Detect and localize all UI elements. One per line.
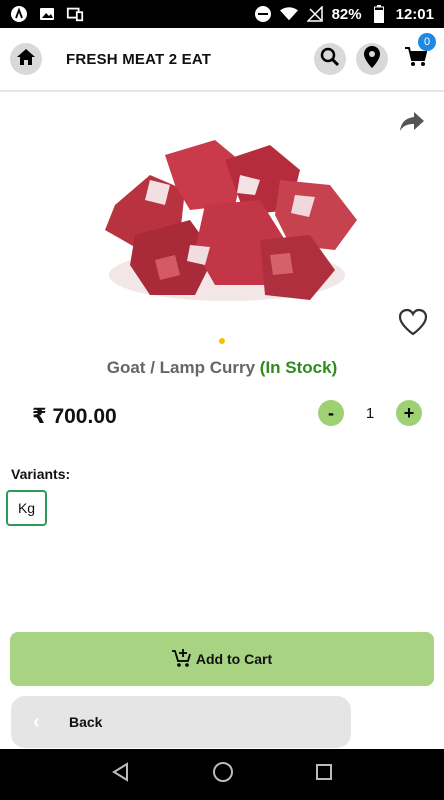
nav-home-icon[interactable] bbox=[212, 761, 234, 788]
header-actions: 0 bbox=[314, 33, 436, 75]
increase-quantity-button[interactable]: + bbox=[396, 400, 422, 426]
add-to-cart-label: Add to Cart bbox=[195, 651, 273, 667]
decrease-quantity-button[interactable]: - bbox=[318, 400, 344, 426]
quantity-value: 1 bbox=[365, 404, 375, 422]
devices-notification-icon bbox=[66, 5, 84, 23]
location-icon bbox=[364, 45, 380, 73]
product-title: Goat / Lamp Curry (In Stock) bbox=[0, 358, 444, 378]
app-header: FRESH MEAT 2 EAT 0 bbox=[0, 28, 444, 92]
add-cart-icon bbox=[171, 648, 192, 671]
home-icon bbox=[15, 46, 37, 73]
quantity-stepper: - 1 + bbox=[318, 400, 422, 426]
status-right-icons: 82% 12:01 bbox=[254, 5, 434, 23]
search-button[interactable] bbox=[314, 43, 346, 75]
share-icon bbox=[398, 112, 426, 138]
location-button[interactable] bbox=[356, 43, 388, 75]
dnd-icon bbox=[254, 5, 272, 23]
cart-button[interactable]: 0 bbox=[398, 33, 436, 75]
variant-option-kg[interactable]: Kg bbox=[6, 490, 47, 526]
image-notification-icon bbox=[38, 5, 56, 23]
app-title: FRESH MEAT 2 EAT bbox=[66, 50, 212, 68]
carousel-indicator[interactable] bbox=[219, 338, 225, 344]
no-signal-icon bbox=[306, 5, 324, 23]
favorite-button[interactable] bbox=[398, 308, 428, 338]
status-left-icons bbox=[10, 5, 84, 23]
variants-label: Variants: bbox=[11, 466, 71, 482]
back-label: Back bbox=[69, 714, 103, 730]
nav-recents-icon[interactable] bbox=[315, 763, 333, 786]
product-image bbox=[95, 135, 360, 315]
product-price: ₹ 700.00 bbox=[32, 405, 117, 428]
app-notification-icon bbox=[10, 5, 28, 23]
nav-back-icon[interactable] bbox=[111, 762, 131, 787]
system-nav-bar bbox=[0, 749, 444, 800]
battery-percent: 82% bbox=[331, 5, 362, 23]
status-bar: 82% 12:01 bbox=[0, 0, 444, 28]
product-name: Goat / Lamp Curry bbox=[106, 358, 256, 377]
back-button[interactable]: ‹ Back bbox=[11, 696, 351, 748]
heart-icon bbox=[398, 308, 428, 340]
search-icon bbox=[320, 47, 340, 72]
status-time: 12:01 bbox=[395, 5, 434, 23]
home-button[interactable] bbox=[10, 43, 42, 75]
battery-icon bbox=[370, 5, 388, 23]
stock-status: (In Stock) bbox=[259, 358, 338, 377]
cart-count-badge: 0 bbox=[418, 33, 436, 51]
chevron-left-icon: ‹ bbox=[33, 710, 40, 733]
share-button[interactable] bbox=[398, 110, 426, 138]
add-to-cart-button[interactable]: Add to Cart bbox=[10, 632, 434, 686]
wifi-icon bbox=[279, 5, 298, 23]
